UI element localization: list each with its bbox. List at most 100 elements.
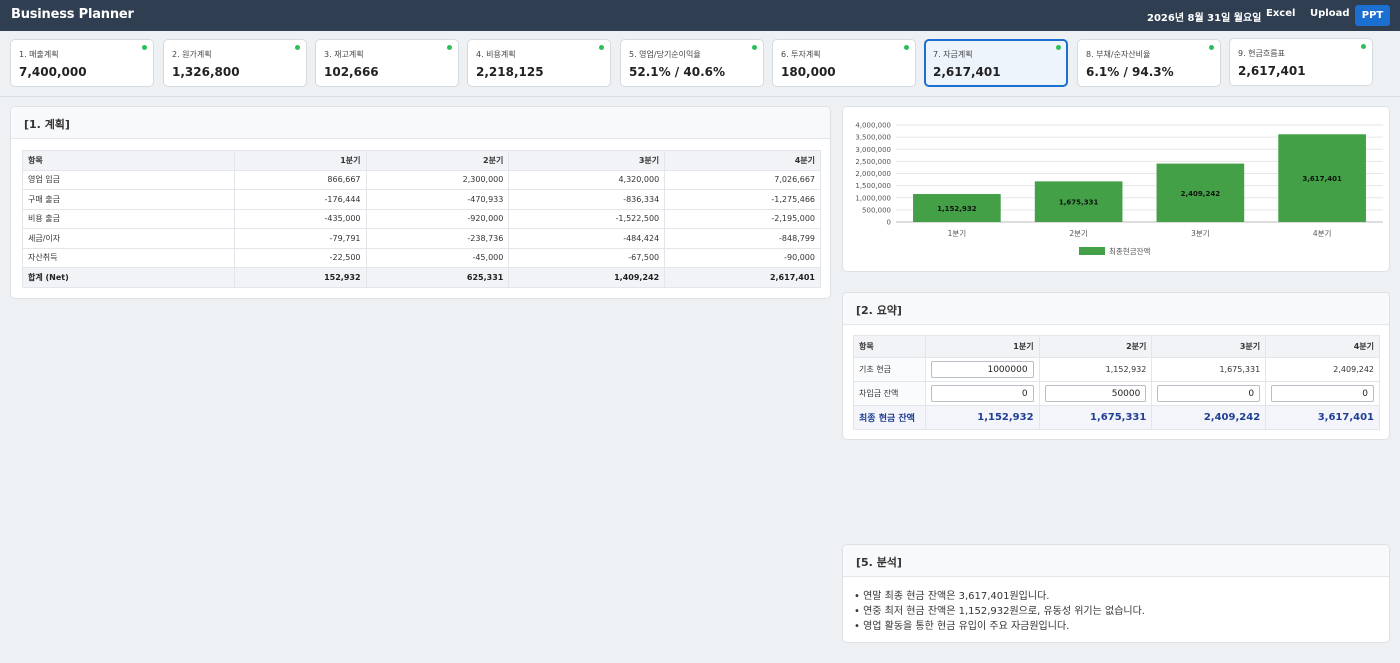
kpi-value: 180,000 (781, 65, 836, 79)
opening-cash-input[interactable] (930, 361, 1034, 378)
table-row: 세금/이자 -79,791 -238,736 -484,424 -848,799 (22, 228, 821, 249)
kpi-card-margin[interactable]: 5. 영업/당기순이익율 52.1% / 40.6% (620, 39, 764, 87)
table-cell: -470,933 (365, 189, 510, 210)
table-row: 구매 출금 -176,444 -470,933 -836,334 -1,275,… (22, 189, 821, 210)
table-header-row: 항목 1분기 2분기 3분기 4분기 (22, 150, 821, 171)
status-dot (1056, 45, 1061, 50)
table-cell: -435,000 (233, 208, 367, 229)
kpi-card-expense[interactable]: 4. 비용계획 2,218,125 (467, 39, 611, 87)
kpi-label: 4. 비용계획 (476, 50, 516, 59)
status-dot (752, 45, 757, 50)
table-header-row: 항목 1분기 2분기 3분기 4분기 (853, 335, 1380, 358)
table-cell: 1,152,932 (924, 405, 1040, 430)
y-tick-label: 4,000,000 (855, 122, 891, 130)
x-tick-label: 4분기 (1313, 229, 1332, 238)
kpi-card-inventory[interactable]: 3. 재고계획 102,666 (315, 39, 459, 87)
column-header: 2분기 (1038, 335, 1153, 358)
y-tick-label: 1,500,000 (855, 182, 891, 190)
upload-button[interactable]: Upload (1310, 8, 1349, 19)
y-tick-label: 2,500,000 (855, 158, 891, 166)
table-cell: -79,791 (233, 228, 367, 249)
table-cell: 152,932 (233, 267, 367, 288)
loan-cell (924, 381, 1040, 406)
kpi-label: 5. 영업/당기순이익율 (629, 50, 701, 59)
row-label: 자산취득 (22, 247, 235, 268)
analysis-item: • 연중 최저 현금 잔액은 1,152,932원으로, 유동성 위기는 없습니… (854, 606, 1145, 617)
y-tick-label: 3,500,000 (855, 134, 891, 142)
summary-table-wrap: 항목 1분기 2분기 3분기 4분기 기초 현금 1,152,932 1,675… (853, 335, 1380, 430)
table-cell: -67,500 (508, 247, 666, 268)
bar-data-label: 2,409,242 (1181, 190, 1221, 198)
kpi-label: 9. 현금흐름표 (1238, 49, 1285, 58)
column-header: 1분기 (233, 150, 367, 171)
table-cell: -45,000 (365, 247, 510, 268)
status-dot (447, 45, 452, 50)
table-cell: 4,320,000 (508, 169, 666, 190)
table-cell: -1,522,500 (508, 208, 666, 229)
loan-input-q1[interactable] (930, 385, 1034, 402)
column-header: 4분기 (1265, 335, 1380, 358)
kpi-card-debt-ratio[interactable]: 8. 부채/순자산비율 6.1% / 94.3% (1077, 39, 1221, 87)
header-divider (0, 96, 1400, 97)
kpi-value: 2,617,401 (1238, 64, 1306, 78)
ppt-button[interactable]: PPT (1355, 5, 1390, 26)
status-dot (1209, 45, 1214, 50)
kpi-card-sales[interactable]: 1. 매출계획 7,400,000 (10, 39, 154, 87)
column-header: 2분기 (365, 150, 510, 171)
loan-input-q4[interactable] (1271, 385, 1374, 402)
cash-balance-chart: 4,000,000 3,500,000 3,000,000 2,500,000 2,00… (855, 122, 1383, 256)
column-header: 항목 (22, 150, 235, 171)
legend-label: 최종현금잔액 (1109, 246, 1150, 256)
current-date: 2026년 8월 31일 월요일 (1147, 13, 1262, 24)
loan-cell (1038, 381, 1153, 406)
column-header: 4분기 (664, 150, 821, 171)
status-dot (295, 45, 300, 50)
kpi-value: 6.1% / 94.3% (1086, 65, 1174, 79)
y-tick-label: 3,000,000 (855, 146, 891, 154)
row-label: 기초 현금 (853, 357, 926, 382)
row-label: 비용 출금 (22, 208, 235, 229)
plan-table: 항목 1분기 2분기 3분기 4분기 영업 입금 866,667 2,300,0… (22, 150, 821, 288)
kpi-value: 52.1% / 40.6% (629, 65, 725, 79)
kpi-label: 1. 매출계획 (19, 50, 59, 59)
row-label: 합계 (Net) (22, 267, 235, 288)
opening-cash-cell (924, 357, 1040, 382)
total-row: 합계 (Net) 152,932 625,331 1,409,242 2,617… (22, 267, 821, 288)
row-label: 영업 입금 (22, 169, 235, 190)
excel-button[interactable]: Excel (1266, 8, 1295, 19)
table-cell: 625,331 (365, 267, 510, 288)
loan-input-q3[interactable] (1157, 385, 1261, 402)
loan-cell (1265, 381, 1380, 406)
status-dot (599, 45, 604, 50)
table-row: 영업 입금 866,667 2,300,000 4,320,000 7,026,… (22, 169, 821, 190)
table-row: 자산취득 -22,500 -45,000 -67,500 -90,000 (22, 247, 821, 268)
table-cell: 2,617,401 (664, 267, 821, 288)
kpi-card-funding[interactable]: 7. 자금계획 2,617,401 (924, 39, 1068, 87)
app-brand: Business Planner (11, 7, 134, 22)
legend-swatch (1079, 247, 1105, 255)
plan-table-wrap: 항목 1분기 2분기 3분기 4분기 영업 입금 866,667 2,300,0… (22, 150, 821, 288)
table-cell: 1,675,331 (1038, 405, 1153, 430)
table-cell: -22,500 (233, 247, 367, 268)
column-header: 항목 (853, 335, 926, 358)
kpi-value: 102,666 (324, 65, 379, 79)
loan-input-q2[interactable] (1044, 385, 1147, 402)
top-bar: Business Planner 2026년 8월 31일 월요일 Excel … (0, 0, 1400, 31)
analysis-item: • 영업 활동을 통한 현금 유입이 주요 자금원입니다. (854, 621, 1070, 632)
kpi-card-investment[interactable]: 6. 투자계획 180,000 (772, 39, 916, 87)
kpi-value: 2,218,125 (476, 65, 544, 79)
table-cell: -238,736 (365, 228, 510, 249)
kpi-label: 7. 자금계획 (933, 50, 973, 59)
kpi-label: 8. 부채/순자산비율 (1086, 50, 1151, 59)
column-header: 3분기 (508, 150, 666, 171)
x-tick-label: 2분기 (1069, 229, 1088, 238)
table-cell: 2,409,242 (1265, 357, 1380, 382)
row-label: 최종 현금 잔액 (853, 405, 926, 430)
kpi-card-cost[interactable]: 2. 원가계획 1,326,800 (163, 39, 307, 87)
table-cell: 2,409,242 (1151, 405, 1267, 430)
kpi-value: 1,326,800 (172, 65, 240, 79)
final-cash-row: 최종 현금 잔액 1,152,932 1,675,331 2,409,242 3… (853, 405, 1380, 430)
table-cell: -2,195,000 (664, 208, 821, 229)
kpi-card-cashflow[interactable]: 9. 현금흐름표 2,617,401 (1229, 38, 1373, 86)
kpi-value: 7,400,000 (19, 65, 87, 79)
